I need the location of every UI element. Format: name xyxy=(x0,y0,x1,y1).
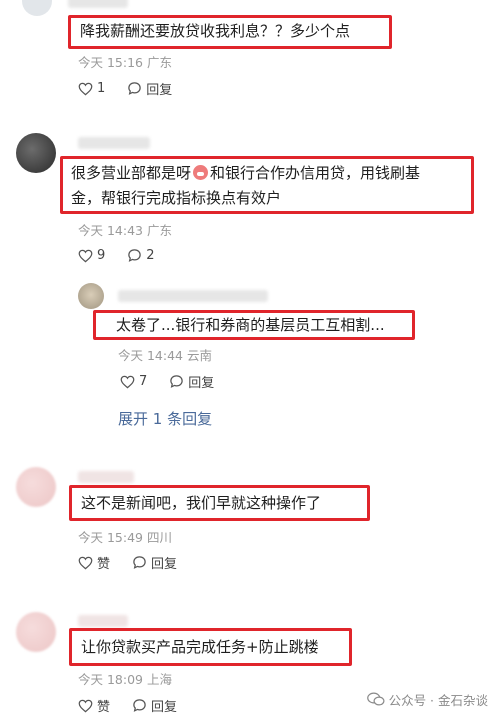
like-label: 赞 xyxy=(97,557,111,572)
chat-bubble-icon xyxy=(133,556,146,569)
comment-actions: 9 2 xyxy=(78,248,177,263)
comment-text-highlighted: 降我薪酬还要放贷收我利息？？多少个点 xyxy=(68,15,392,49)
username-blurred[interactable] xyxy=(78,471,134,483)
chat-bubble-icon xyxy=(170,375,184,388)
comment-meta: 今天 15:49 四川 xyxy=(78,527,172,546)
heart-icon xyxy=(78,82,93,95)
like-count: 7 xyxy=(139,374,148,389)
watermark: 公众号 · 金石杂谈 xyxy=(366,690,488,709)
reply-label: 回复 xyxy=(151,700,178,715)
comment-text-part: 很多营业部都是呀 xyxy=(71,164,192,182)
reply-button[interactable]: 回复 xyxy=(132,696,177,715)
comment-location: 上海 xyxy=(146,672,172,687)
reply-button[interactable]: 回复 xyxy=(169,372,214,391)
expand-replies-link[interactable]: 展开 1 条回复 xyxy=(118,408,212,429)
avatar[interactable] xyxy=(16,467,56,507)
chat-bubble-icon xyxy=(128,249,142,262)
reply-button[interactable]: 回复 xyxy=(132,553,177,572)
reply-label: 回复 xyxy=(151,557,178,572)
heart-icon xyxy=(78,699,93,712)
like-button[interactable]: 7 xyxy=(120,374,147,389)
avatar[interactable] xyxy=(78,283,104,309)
comment-text-highlighted: 这不是新闻吧，我们早就这种操作了 xyxy=(69,485,370,521)
comment-actions: 1 回复 xyxy=(78,79,194,98)
comment-text: 这不是新闻吧，我们早就这种操作了 xyxy=(81,494,322,512)
like-count: 1 xyxy=(97,81,106,96)
like-button[interactable]: 赞 xyxy=(78,553,110,572)
avatar[interactable] xyxy=(22,0,52,16)
reply-label: 回复 xyxy=(146,83,173,98)
watermark-text: 公众号 · 金石杂谈 xyxy=(388,693,488,708)
like-count: 9 xyxy=(97,248,106,263)
reply-text-highlighted: 太卷了...银行和券商的基层员工互相割... xyxy=(93,310,415,340)
comment-actions: 赞 回复 xyxy=(78,553,199,572)
comment-meta: 今天 14:43 广东 xyxy=(78,220,172,239)
comment-text: 让你贷款买产品完成任务+防止跳楼 xyxy=(81,638,319,656)
reply-button[interactable]: 2 xyxy=(127,248,155,263)
like-button[interactable]: 1 xyxy=(78,81,105,96)
username-blurred[interactable] xyxy=(118,290,268,302)
reply-count: 2 xyxy=(146,248,155,263)
like-button[interactable]: 赞 xyxy=(78,696,110,715)
comment-text-part: 和银行合作办信用贷，用钱刷基 xyxy=(210,164,421,182)
heart-icon xyxy=(120,375,135,388)
comment-location: 广东 xyxy=(146,223,172,238)
heart-icon xyxy=(78,249,93,262)
username-blurred[interactable] xyxy=(78,137,150,149)
reply-time: 今天 14:44 xyxy=(118,348,183,363)
reply-label: 回复 xyxy=(188,376,215,391)
comment-location: 四川 xyxy=(146,530,172,545)
comment-text-line-2: 金，帮银行完成指标换点有效户 xyxy=(71,189,282,207)
comment-text-highlighted: 让你贷款买产品完成任务+防止跳楼 xyxy=(69,628,352,666)
comment-actions: 赞 回复 xyxy=(78,696,199,715)
avatar[interactable] xyxy=(16,612,56,652)
reply-button[interactable]: 回复 xyxy=(127,79,172,98)
comment-meta: 今天 18:09 上海 xyxy=(78,669,172,688)
comment-location: 广东 xyxy=(146,55,172,70)
like-label: 赞 xyxy=(97,700,111,715)
heart-icon xyxy=(78,556,93,569)
username-blurred[interactable] xyxy=(68,0,128,8)
reply-text: 太卷了...银行和券商的基层员工互相割... xyxy=(116,316,385,334)
comment-meta: 今天 15:16 广东 xyxy=(78,52,172,71)
reply-meta: 今天 14:44 云南 xyxy=(118,345,212,364)
comment-time: 今天 18:09 xyxy=(78,672,143,687)
wechat-official-account-icon xyxy=(366,692,385,706)
comment-text-line-1: 很多营业部都是呀 和银行合作办信用贷，用钱刷基 xyxy=(71,161,471,186)
username-blurred[interactable] xyxy=(78,615,128,627)
reply-location: 云南 xyxy=(186,348,212,363)
comment-time: 今天 15:16 xyxy=(78,55,143,70)
comment-text-highlighted: 很多营业部都是呀 和银行合作办信用贷，用钱刷基 金，帮银行完成指标换点有效户 xyxy=(60,156,474,214)
chat-bubble-icon xyxy=(128,82,142,95)
chat-bubble-icon xyxy=(133,699,146,712)
comment-time: 今天 15:49 xyxy=(78,530,143,545)
comment-text: 降我薪酬还要放贷收我利息？？多少个点 xyxy=(80,22,351,40)
avatar[interactable] xyxy=(16,133,56,173)
reply-actions: 7 回复 xyxy=(120,372,236,391)
like-button[interactable]: 9 xyxy=(78,248,105,263)
comment-time: 今天 14:43 xyxy=(78,223,143,238)
angry-face-emoji xyxy=(193,165,209,180)
